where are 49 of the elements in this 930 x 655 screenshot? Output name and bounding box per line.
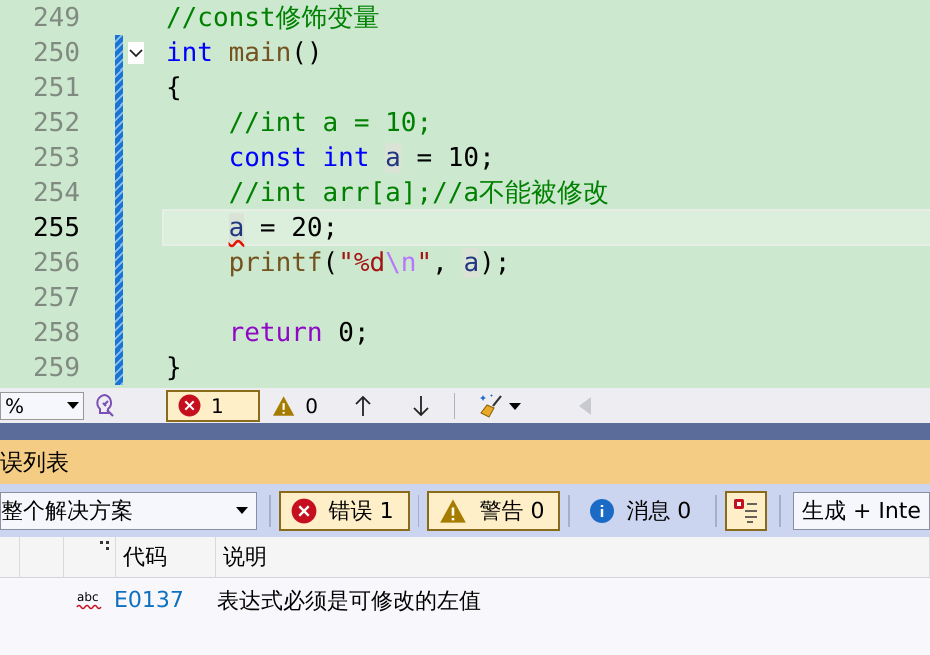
arrow-up-icon[interactable]	[354, 394, 372, 416]
warning-filter-button[interactable]: 警告 0	[427, 490, 560, 530]
error-icon	[178, 394, 201, 417]
error-icon	[290, 498, 317, 524]
code-line: const int a = 10;	[228, 142, 495, 172]
line-number: 252	[32, 108, 80, 138]
panel-title: 误列表	[0, 448, 69, 478]
column-header[interactable]: 代码	[116, 537, 216, 577]
zoom-dropdown[interactable]: %	[0, 392, 84, 420]
code-line: //int a = 10;	[228, 108, 432, 138]
line-number: 249	[32, 2, 80, 32]
code-line: }	[166, 352, 182, 382]
source-dropdown[interactable]: 生成 + Inte	[792, 492, 930, 530]
error-filter-button[interactable]: 错误 1	[278, 490, 410, 530]
chevron-down-icon[interactable]	[129, 48, 143, 58]
error-code-link[interactable]: E0137	[104, 588, 210, 613]
caret-down-icon[interactable]	[236, 507, 248, 514]
code-line: {	[166, 72, 182, 102]
line-number: 250	[32, 38, 80, 68]
warning-icon	[272, 394, 296, 418]
code-line: int main()	[166, 38, 323, 68]
fold-toggle[interactable]	[128, 42, 144, 64]
code-editor[interactable]: 249 //const修饰变量 250 int main() 251 { 252 //int a = 10; 253 const int a = 10; 254 //int arr[a];//a不能被修改 255 a = 20; 256 printf("%d\n", a); 257 258 return 0; 259 }	[0, 0, 930, 388]
line-number: 253	[32, 142, 80, 172]
filter-icon[interactable]	[733, 498, 760, 524]
line-number: 254	[32, 178, 80, 208]
warning-count-button[interactable]: 0	[260, 390, 330, 422]
line-number: 259	[32, 352, 80, 382]
info-icon	[590, 498, 614, 522]
code-line: //const修饰变量	[166, 2, 380, 35]
code-line: printf("%d\n", a);	[228, 248, 510, 278]
caret-down-icon[interactable]	[67, 402, 79, 409]
code-line: a = 20;	[228, 212, 338, 242]
scope-dropdown[interactable]: 整个解决方案	[0, 492, 257, 530]
arrow-down-icon[interactable]	[412, 394, 430, 416]
info-filter-button[interactable]: 消息 0	[578, 490, 708, 530]
line-number: 251	[32, 72, 80, 102]
line-number: 256	[32, 248, 80, 278]
code-line: //int arr[a];//a不能被修改	[228, 177, 610, 210]
error-count-button[interactable]: 1	[166, 390, 260, 422]
code-line: return 0;	[228, 318, 370, 348]
filter-toggle-button[interactable]	[725, 490, 768, 530]
column-header[interactable]: 说明	[216, 537, 930, 577]
error-description: 表达式必须是可修改的左值	[216, 588, 481, 616]
brush-icon[interactable]	[479, 392, 523, 418]
line-number: 257	[32, 282, 80, 312]
grip-icon[interactable]	[100, 541, 109, 550]
line-number: 255	[32, 212, 80, 242]
line-number: 258	[32, 318, 80, 348]
